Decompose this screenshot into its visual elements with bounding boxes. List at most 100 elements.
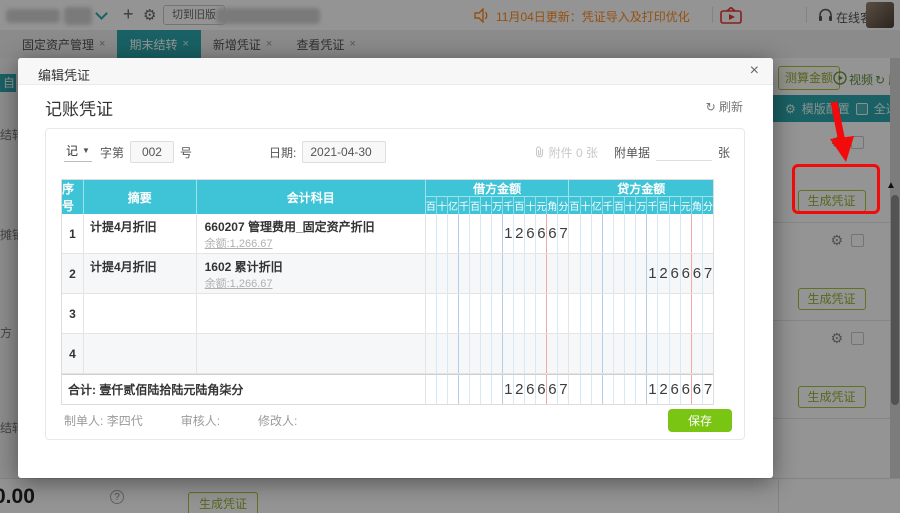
digit-column-header: 十 [481,197,493,214]
amount-digit-cell [448,334,460,373]
receipt-count-input[interactable] [655,143,712,161]
modal-header: 编辑凭证 × [18,58,773,85]
amount-digit-cell [681,294,692,333]
amount-digit-cell [536,254,548,293]
amount-digit-cell: 2 [514,214,526,253]
row-summary-cell[interactable] [84,334,197,373]
amount-digit-cell [670,214,681,253]
amount-digit-cell [514,254,526,293]
amount-digit-cell [614,214,626,253]
amount-digit-cell [492,254,504,293]
row-account-cell[interactable]: 1602 累计折旧 余额:1,266.67 [197,254,426,293]
amount-digit-cell [514,334,526,373]
modal-refresh-link[interactable]: ↻ 刷新 [706,98,743,115]
row-account-cell[interactable] [197,334,426,373]
voucher-title: 记账凭证 [45,100,113,119]
amount-digit-cell: 1 [503,375,515,404]
amount-digit-cell [647,294,659,333]
save-button[interactable]: 保存 [667,409,732,432]
row-debit-amount[interactable] [426,294,570,333]
amount-digit-cell [492,214,504,253]
amount-digit-cell [536,294,548,333]
total-label: 合计: 壹仟贰佰陆拾陆元陆角柒分 [62,375,426,404]
col-seq-header: 序号 [62,180,84,214]
digit-column-header: 角 [547,197,559,214]
voucher-word-select[interactable]: 记 ▼ [64,142,92,162]
amount-digit-cell [426,375,437,404]
digit-column-header: 百 [658,197,670,214]
row-account-cell[interactable] [197,294,426,333]
amount-digit-cell [459,214,471,253]
amount-digit-cell [603,334,614,373]
amount-digit-cell [503,294,515,333]
row-summary-cell[interactable] [84,294,197,333]
amount-digit-cell [625,294,637,333]
row-credit-amount[interactable]: 126667 [569,254,713,293]
amount-digit-cell: 2 [514,375,526,404]
amount-digit-cell [547,294,559,333]
voucher-number-input[interactable]: 002 [129,141,174,163]
amount-digit-cell [459,334,471,373]
amount-digit-cell [581,334,592,373]
amount-digit-cell: 6 [547,375,559,404]
modifier-info: 修改人: [258,414,298,428]
amount-digit-cell: 6 [536,375,548,404]
row-debit-amount[interactable] [426,254,570,293]
row-seq: 4 [62,334,84,373]
amount-digit-cell [569,214,581,253]
amount-digit-cell [670,334,681,373]
digit-column-header: 十 [670,197,681,214]
receipt-unit-label: 张 [717,145,730,160]
amount-digit-cell [525,254,537,293]
row-credit-amount[interactable] [569,294,713,333]
amount-digit-cell [492,375,504,404]
amount-digit-cell [569,375,581,404]
amount-digit-cell [614,294,626,333]
number-unit-label: 号 [179,145,192,160]
digit-column-header: 千 [603,197,614,214]
amount-digit-cell [592,375,603,404]
amount-digit-cell [625,254,637,293]
row-credit-amount[interactable] [569,334,713,373]
digit-column-header: 亿 [592,197,603,214]
attachment-info[interactable]: 附件 0 张 [534,144,598,161]
amount-digit-cell [581,294,592,333]
amount-digit-cell [525,334,537,373]
amount-digit-cell: 2 [658,254,670,293]
caret-down-icon: ▼ [82,146,90,155]
row-debit-amount[interactable]: 126667 [426,214,570,253]
row-credit-amount[interactable] [569,214,713,253]
amount-digit-cell: 6 [536,214,548,253]
amount-digit-cell [636,375,648,404]
amount-digit-cell [448,375,460,404]
amount-digit-cell: 1 [503,214,515,253]
digit-column-header: 万 [492,197,504,214]
row-summary-cell[interactable]: 计提4月折旧 [84,254,197,293]
date-input[interactable]: 2021-04-30 [302,141,387,163]
amount-digit-cell: 6 [525,214,537,253]
date-label: 日期: [269,145,297,160]
voucher-fields: 记 ▼ 字第 002 号 日期: 2021-04-30 附件 0 张 附单据 张 [64,139,730,165]
amount-digit-cell [437,294,449,333]
close-icon[interactable]: × [750,62,759,80]
amount-digit-cell [459,375,471,404]
amount-digit-cell [459,254,471,293]
amount-digit-cell [603,294,614,333]
table-row: 2 计提4月折旧 1602 累计折旧 余额:1,266.67 1 2 6 6 6 7 [62,254,713,294]
row-account-cell[interactable]: 660207 管理费用_固定资产折旧 余额:1,266.67 [197,214,426,253]
row-debit-amount[interactable] [426,334,570,373]
digit-column-header: 百 [426,197,437,214]
amount-digit-cell [569,294,581,333]
amount-digit-cell [692,294,703,333]
digit-column-header: 角 [692,197,703,214]
amount-digit-cell: 6 [670,375,681,404]
amount-digit-cell [692,334,703,373]
amount-digit-cell [592,254,603,293]
col-debit-header: 借方金额 百十亿千百十万千百十元角分 [425,180,570,214]
amount-digit-cell: 6 [547,214,559,253]
amount-digit-cell [470,375,482,404]
amount-digit-cell [481,254,493,293]
row-summary-cell[interactable]: 计提4月折旧 [84,214,197,253]
amount-digit-cell [503,254,515,293]
creator-info: 制单人: 李四代 [64,414,143,428]
